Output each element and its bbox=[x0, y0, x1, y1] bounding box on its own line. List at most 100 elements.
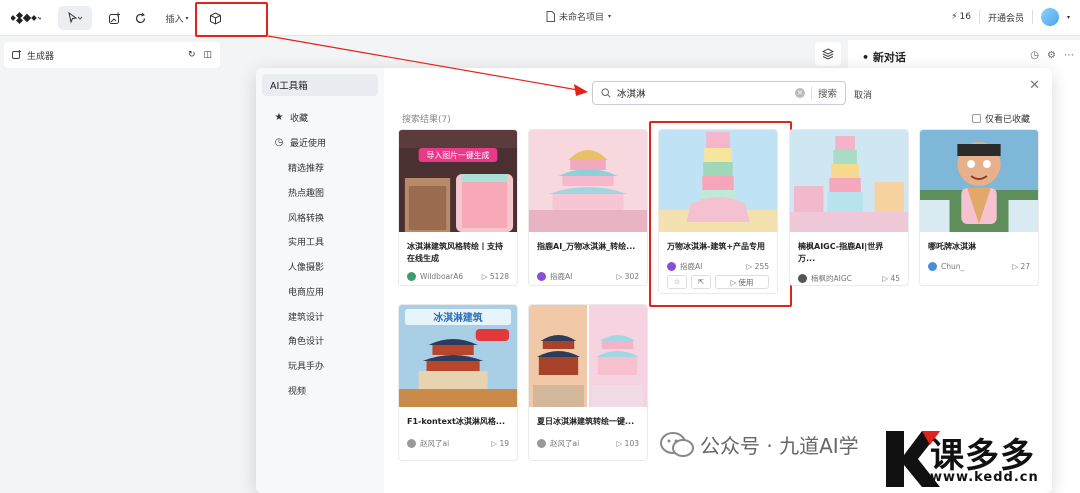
card-thumbnail bbox=[529, 130, 647, 232]
author-avatar bbox=[407, 271, 416, 281]
author-avatar bbox=[537, 271, 546, 281]
card-title: 哪吒牌冰淇淋 bbox=[928, 242, 976, 251]
credits-badge[interactable]: ⚡ 16 bbox=[951, 12, 971, 22]
card-author: 楠枫的AIGC bbox=[811, 273, 852, 283]
tool-card[interactable]: 指鹿AI_万物冰淇淋_转绘... 指鹿AI ▷ 302 bbox=[528, 129, 648, 286]
generator-panel: 生成器 ↻ ◫ bbox=[4, 42, 220, 68]
panel-collapse-icon[interactable]: ◫ bbox=[203, 50, 212, 60]
refresh-frame-button[interactable] bbox=[128, 6, 152, 30]
tool-card[interactable]: 哪吒牌冰淇淋 Chun_ ▷ 27 bbox=[919, 129, 1039, 286]
divider bbox=[1031, 10, 1033, 24]
card-title: 指鹿AI_万物冰淇淋_转绘... bbox=[537, 242, 636, 251]
clear-icon[interactable]: ✕ bbox=[794, 88, 805, 98]
sidebar-item-style[interactable]: 风格转换 bbox=[256, 209, 384, 225]
wechat-watermark: 公众号 · 九道AI学 bbox=[660, 430, 859, 459]
author-avatar bbox=[928, 261, 937, 271]
only-favorites-label: 仅看已收藏 bbox=[984, 115, 1030, 125]
user-avatar[interactable] bbox=[1040, 8, 1059, 26]
sidebar-item-toys[interactable]: 玩具手办 bbox=[256, 357, 384, 373]
app-logo[interactable] bbox=[8, 6, 44, 30]
search-button[interactable]: 搜索 bbox=[818, 86, 837, 100]
sidebar-item-hot[interactable]: 热点趣图 bbox=[256, 184, 384, 200]
vip-button[interactable]: 开通会员 bbox=[988, 11, 1024, 24]
sidebar-item-featured[interactable]: 精选推荐 bbox=[256, 159, 384, 175]
project-title: 未命名项目 bbox=[559, 13, 605, 23]
image-add-button[interactable] bbox=[102, 6, 126, 30]
card-thumbnail bbox=[529, 305, 647, 407]
sidebar-item-character[interactable]: 角色设计 bbox=[256, 332, 384, 348]
share-icon[interactable]: ⋯ bbox=[1064, 50, 1074, 61]
chevron-down-icon[interactable]: ▾ bbox=[1067, 14, 1070, 21]
play-count: ▷ 5128 bbox=[481, 271, 509, 281]
sidebar-item-favorites[interactable]: ★ 收藏 bbox=[256, 109, 384, 125]
cursor-icon bbox=[68, 12, 83, 24]
sidebar-item-architecture[interactable]: 建筑设计 bbox=[256, 308, 384, 324]
brand-url: www.kedd.cn bbox=[930, 470, 1039, 485]
card-title: 冰淇淋建筑风格转绘丨支持在线生成 bbox=[407, 242, 503, 263]
card-author: WildboarA6 bbox=[420, 271, 464, 281]
card-title: 夏日冰淇淋建筑转绘一键... bbox=[537, 417, 635, 426]
only-favorites-toggle[interactable]: 仅看已收藏 bbox=[971, 112, 1030, 125]
play-count: ▷ 27 bbox=[1012, 261, 1030, 271]
document-icon bbox=[546, 11, 555, 22]
card-thumbnail bbox=[790, 130, 908, 232]
top-toolbar: 插入 ▾ 未命名项目 ▾ ⚡ 16 开通会员 ▾ bbox=[0, 0, 1080, 37]
author-avatar bbox=[407, 438, 416, 448]
card-title: F1-kontext冰淇淋风格... bbox=[407, 417, 505, 426]
sidebar-item-tools[interactable]: 实用工具 bbox=[256, 233, 384, 249]
sidebar-item-recent[interactable]: ◷ 最近使用 bbox=[256, 134, 384, 150]
author-avatar bbox=[537, 438, 546, 448]
select-tool-button[interactable] bbox=[58, 6, 92, 30]
credits-count: 16 bbox=[959, 12, 971, 22]
highlight-box-card bbox=[649, 121, 792, 307]
clock-icon: ◷ bbox=[274, 136, 284, 148]
divider bbox=[978, 10, 980, 24]
insert-label: 插入 bbox=[165, 14, 184, 25]
chevron-down-icon: ▾ bbox=[608, 13, 612, 20]
toolbox-sidebar: AI工具箱 ★ 收藏 ◷ 最近使用 精选推荐 热点趣图 风格转换 实用工具 人像摄影… bbox=[256, 68, 384, 493]
sidebar-item-video[interactable]: 视频 bbox=[256, 382, 384, 398]
tool-card[interactable]: 楠枫AIGC-指鹿AI|世界万... 楠枫的AIGC ▷ 45 bbox=[789, 129, 909, 286]
settings-icon[interactable]: ⚙ bbox=[1047, 50, 1056, 61]
project-title-menu[interactable]: 未命名项目 ▾ bbox=[546, 10, 611, 23]
logo-icon bbox=[11, 11, 41, 25]
highlight-box-toolbox bbox=[195, 2, 268, 37]
thumbnail-caption: 导入图片一键生成 bbox=[427, 150, 490, 160]
card-thumbnail: 冰淇淋建筑 bbox=[399, 305, 517, 407]
close-icon[interactable]: ✕ bbox=[1029, 78, 1040, 93]
favorites-checkbox[interactable] bbox=[971, 114, 981, 123]
rotate-icon bbox=[135, 12, 145, 23]
card-author: 赵风了ai bbox=[550, 438, 580, 448]
chat-title: • 新对话 bbox=[862, 51, 906, 64]
insert-menu[interactable]: 插入 ▾ bbox=[160, 6, 194, 30]
generator-label: 生成器 bbox=[27, 51, 55, 62]
image-add-icon bbox=[108, 12, 120, 24]
card-title: 楠枫AIGC-指鹿AI|世界万... bbox=[798, 242, 884, 263]
tool-card[interactable]: 导入图片一键生成 冰淇淋建筑风格转绘丨支持在线生成 WildboarA6 ▷ 5… bbox=[398, 129, 518, 286]
cancel-button[interactable]: 取消 bbox=[854, 88, 872, 101]
card-author: 赵风了ai bbox=[420, 438, 450, 448]
toolbox-sidebar-title[interactable]: AI工具箱 bbox=[262, 74, 378, 96]
results-count: 搜索结果(7) bbox=[402, 115, 451, 125]
card-author: 指鹿AI bbox=[550, 271, 573, 281]
divider bbox=[810, 87, 812, 99]
wechat-icon bbox=[660, 431, 694, 457]
thumbnail-caption: 冰淇淋建筑 bbox=[433, 311, 482, 324]
play-count: ▷ 103 bbox=[616, 438, 639, 448]
play-count: ▷ 302 bbox=[616, 271, 639, 281]
layers-button[interactable] bbox=[815, 42, 841, 66]
sidebar-item-ecommerce[interactable]: 电商应用 bbox=[256, 283, 384, 299]
search-box: 冰淇淋 ✕ 搜索 bbox=[592, 81, 846, 105]
layers-icon bbox=[822, 48, 834, 60]
refresh-icon[interactable]: ↻ bbox=[188, 50, 196, 60]
tool-card[interactable]: 冰淇淋建筑 F1-kontext冰淇淋风格... 赵风了ai ▷ 19 bbox=[398, 304, 518, 461]
history-icon[interactable]: ◷ bbox=[1030, 50, 1039, 61]
card-thumbnail bbox=[920, 130, 1038, 232]
card-author: Chun_ bbox=[941, 261, 965, 271]
sidebar-item-portrait[interactable]: 人像摄影 bbox=[256, 258, 384, 274]
tool-card[interactable]: 夏日冰淇淋建筑转绘一键... 赵风了ai ▷ 103 bbox=[528, 304, 648, 461]
search-input[interactable]: 冰淇淋 bbox=[617, 86, 789, 100]
card-thumbnail: 导入图片一键生成 bbox=[399, 130, 517, 232]
author-avatar bbox=[798, 273, 807, 283]
star-icon: ★ bbox=[274, 111, 284, 123]
